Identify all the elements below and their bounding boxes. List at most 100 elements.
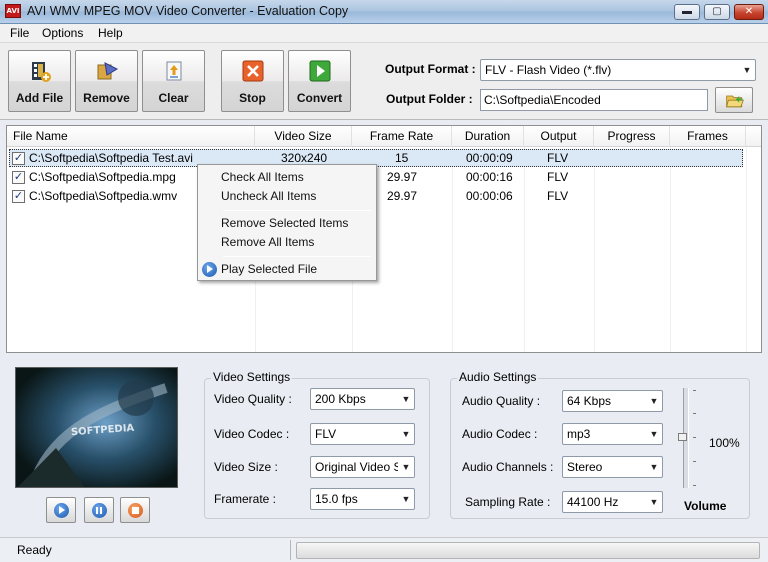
title-bar: AVI AVI WMV MPEG MOV Video Converter - E… — [0, 0, 768, 24]
output-format-select[interactable]: FLV - Flash Video (*.flv) ▼ — [480, 59, 756, 81]
audio-channels-label: Audio Channels : — [462, 460, 554, 474]
chevron-down-icon: ▼ — [649, 396, 659, 406]
audio-codec-select[interactable]: mp3 ▼ — [562, 423, 663, 445]
row-checkbox[interactable]: ✓ — [12, 190, 25, 203]
status-bar: Ready — [0, 537, 768, 562]
volume-label: Volume — [684, 499, 727, 513]
file-list[interactable]: File Name Video Size Frame Rate Duration… — [6, 125, 762, 353]
menu-item-play-selected[interactable]: Play Selected File — [221, 262, 317, 276]
play-icon — [54, 503, 69, 518]
menu-item-check-all[interactable]: Check All Items — [221, 170, 304, 184]
column-frames[interactable]: Frames — [670, 126, 746, 147]
stop-icon — [242, 60, 263, 82]
volume-tick — [693, 485, 696, 486]
framerate-select[interactable]: 15.0 fps ▼ — [310, 488, 415, 510]
audio-channels-select[interactable]: Stereo ▼ — [562, 456, 663, 478]
framerate-value: 15.0 fps — [315, 492, 358, 506]
chevron-down-icon: ▼ — [398, 457, 414, 477]
video-quality-value: 200 Kbps — [315, 392, 366, 406]
pause-button[interactable] — [84, 497, 114, 523]
maximize-button[interactable]: ▢ — [704, 4, 730, 20]
cell-frame-rate: 15 — [395, 151, 409, 165]
cell-duration: 00:00:09 — [466, 151, 513, 165]
audio-quality-label: Audio Quality : — [462, 394, 541, 408]
video-quality-label: Video Quality : — [214, 392, 292, 406]
add-file-icon — [31, 62, 51, 82]
stop-playback-icon — [128, 503, 143, 518]
table-row[interactable]: ✓ C:\Softpedia\Softpedia Test.avi 320x24… — [7, 149, 761, 168]
conversion-progress-bar — [296, 542, 760, 559]
audio-quality-select[interactable]: 64 Kbps ▼ — [562, 390, 663, 412]
column-file-name[interactable]: File Name — [7, 126, 255, 147]
video-preview: SOFTPEDIA — [15, 367, 178, 488]
chevron-down-icon: ▼ — [742, 65, 752, 75]
close-button[interactable]: ✕ — [734, 4, 764, 20]
cell-output: FLV — [547, 151, 569, 165]
cell-frame-rate: 29.97 — [387, 189, 418, 203]
window-title: AVI WMV MPEG MOV Video Converter - Evalu… — [27, 4, 349, 18]
row-checkbox[interactable]: ✓ — [12, 171, 25, 184]
chevron-down-icon: ▼ — [401, 394, 411, 404]
menu-help[interactable]: Help — [98, 26, 123, 40]
volume-tick — [693, 461, 696, 462]
column-output[interactable]: Output — [524, 126, 594, 147]
chevron-down-icon: ▼ — [649, 462, 659, 472]
table-row[interactable]: ✓ C:\Softpedia\Softpedia.mpg 29.97 00:00… — [7, 168, 761, 187]
menu-item-remove-selected[interactable]: Remove Selected Items — [221, 216, 348, 230]
audio-settings-title: Audio Settings — [457, 370, 539, 384]
file-list-header: File Name Video Size Frame Rate Duration… — [7, 126, 761, 147]
column-frame-rate[interactable]: Frame Rate — [352, 126, 452, 147]
video-codec-label: Video Codec : — [214, 427, 290, 441]
add-file-button[interactable]: Add File — [8, 50, 71, 112]
volume-slider-thumb[interactable] — [678, 433, 687, 441]
menu-options[interactable]: Options — [42, 26, 83, 40]
stop-playback-button[interactable] — [120, 497, 150, 523]
stop-label: Stop — [239, 91, 266, 105]
menu-item-uncheck-all[interactable]: Uncheck All Items — [221, 189, 316, 203]
video-size-select[interactable]: Original Video S ▼ — [310, 456, 415, 478]
column-progress[interactable]: Progress — [594, 126, 670, 147]
remove-button[interactable]: Remove — [75, 50, 138, 112]
chevron-down-icon: ▼ — [649, 497, 659, 507]
menu-bar: File Options Help — [0, 24, 768, 43]
output-folder-field[interactable]: C:\Softpedia\Encoded — [480, 89, 708, 111]
folder-open-icon — [726, 95, 744, 108]
clear-button[interactable]: Clear — [142, 50, 205, 112]
chevron-down-icon: ▼ — [649, 429, 659, 439]
volume-tick — [693, 390, 696, 391]
volume-tick — [693, 437, 696, 438]
menu-separator — [223, 256, 371, 257]
menu-item-remove-all[interactable]: Remove All Items — [221, 235, 314, 249]
minimize-button[interactable]: ▬ — [674, 4, 700, 20]
menu-separator — [223, 210, 371, 211]
row-checkbox[interactable]: ✓ — [12, 152, 25, 165]
audio-codec-value: mp3 — [567, 427, 591, 441]
app-icon: AVI — [5, 4, 21, 18]
play-icon — [202, 262, 217, 277]
video-codec-select[interactable]: FLV ▼ — [310, 423, 415, 445]
menu-file[interactable]: File — [10, 26, 29, 40]
sampling-rate-value: 44100 Hz — [567, 495, 619, 509]
stop-button[interactable]: Stop — [221, 50, 284, 112]
cell-file-name: C:\Softpedia\Softpedia.wmv — [29, 189, 178, 203]
column-duration[interactable]: Duration — [452, 126, 524, 147]
add-file-label: Add File — [15, 91, 64, 105]
clear-icon — [166, 61, 181, 81]
chevron-down-icon: ▼ — [401, 494, 411, 504]
play-button[interactable] — [46, 497, 76, 523]
table-row[interactable]: ✓ C:\Softpedia\Softpedia.wmv 29.97 00:00… — [7, 187, 761, 206]
cell-duration: 00:00:16 — [466, 170, 513, 184]
convert-button[interactable]: Convert — [288, 50, 351, 112]
browse-folder-button[interactable] — [715, 87, 753, 113]
output-format-label: Output Format : — [385, 62, 476, 76]
cell-output: FLV — [547, 189, 569, 203]
sampling-rate-select[interactable]: 44100 Hz ▼ — [562, 491, 663, 513]
cell-video-size: 320x240 — [281, 151, 328, 165]
column-video-size[interactable]: Video Size — [255, 126, 352, 147]
cell-frame-rate: 29.97 — [387, 170, 418, 184]
audio-channels-value: Stereo — [567, 460, 603, 474]
cell-output: FLV — [547, 170, 569, 184]
video-quality-select[interactable]: 200 Kbps ▼ — [310, 388, 415, 410]
convert-label: Convert — [296, 91, 343, 105]
sampling-rate-label: Sampling Rate : — [465, 495, 551, 509]
